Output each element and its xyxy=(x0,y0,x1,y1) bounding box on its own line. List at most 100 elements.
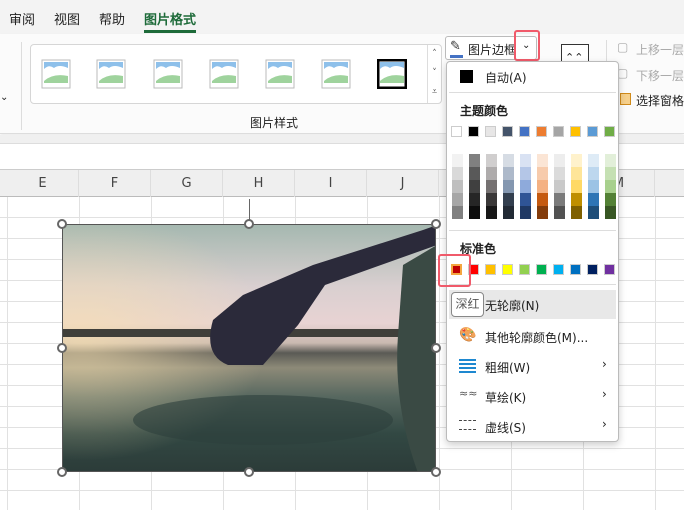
theme-color-swatch[interactable] xyxy=(536,126,547,137)
resize-handle[interactable] xyxy=(244,219,254,229)
resize-handle[interactable] xyxy=(57,467,67,477)
picture-style-option[interactable] xyxy=(265,59,295,89)
theme-color-swatch[interactable] xyxy=(570,126,581,137)
scroll-up-icon[interactable]: ˄ xyxy=(428,45,441,64)
theme-shade-swatch[interactable] xyxy=(605,180,616,193)
theme-shade-swatch[interactable] xyxy=(588,193,599,206)
tab-picture-format[interactable]: 图片格式 xyxy=(144,9,197,33)
column-header[interactable]: F xyxy=(79,170,151,197)
theme-shade-swatch[interactable] xyxy=(605,206,616,219)
standard-color-swatch[interactable] xyxy=(587,264,598,275)
tab-review[interactable]: 审阅 xyxy=(9,9,35,28)
theme-shade-swatch[interactable] xyxy=(605,154,616,167)
menu-item-more-colors[interactable]: 其他轮廓颜色(M)... xyxy=(485,329,588,346)
menu-item-auto[interactable]: 自动(A) xyxy=(485,69,527,86)
menu-item-dashes[interactable]: 虚线(S) xyxy=(485,419,526,436)
theme-shade-swatch[interactable] xyxy=(452,154,463,167)
column-header[interactable]: J xyxy=(367,170,439,197)
kayak-paddle-picture[interactable] xyxy=(62,224,436,472)
standard-color-swatch[interactable] xyxy=(536,264,547,275)
theme-shade-swatch[interactable] xyxy=(554,206,565,219)
theme-shade-swatch[interactable] xyxy=(537,193,548,206)
theme-shade-swatch[interactable] xyxy=(571,180,582,193)
column-header[interactable]: I xyxy=(295,170,367,197)
theme-shade-swatch[interactable] xyxy=(520,167,531,180)
picture-style-option[interactable] xyxy=(41,59,71,89)
theme-shade-swatch[interactable] xyxy=(537,180,548,193)
theme-shade-swatch[interactable] xyxy=(588,206,599,219)
picture-style-option[interactable] xyxy=(321,59,351,89)
theme-color-swatch[interactable] xyxy=(485,126,496,137)
theme-shade-swatch[interactable] xyxy=(469,154,480,167)
standard-color-swatch[interactable] xyxy=(553,264,564,275)
theme-shade-swatch[interactable] xyxy=(520,154,531,167)
theme-shade-swatch[interactable] xyxy=(486,180,497,193)
standard-color-swatch[interactable] xyxy=(519,264,530,275)
standard-color-swatch[interactable] xyxy=(604,264,615,275)
theme-shade-swatch[interactable] xyxy=(452,167,463,180)
resize-handle[interactable] xyxy=(57,219,67,229)
theme-color-swatch[interactable] xyxy=(519,126,530,137)
theme-shade-swatch[interactable] xyxy=(486,154,497,167)
theme-color-swatch[interactable] xyxy=(553,126,564,137)
standard-color-swatch[interactable] xyxy=(485,264,496,275)
resize-handle[interactable] xyxy=(57,343,67,353)
theme-shade-swatch[interactable] xyxy=(503,180,514,193)
expand-gallery-icon[interactable]: ⩡ xyxy=(428,83,441,102)
theme-shade-swatch[interactable] xyxy=(503,206,514,219)
theme-shade-swatch[interactable] xyxy=(554,167,565,180)
resize-handle[interactable] xyxy=(431,219,441,229)
scroll-down-icon[interactable]: ˅ xyxy=(428,64,441,83)
theme-shade-swatch[interactable] xyxy=(503,193,514,206)
theme-shade-swatch[interactable] xyxy=(469,206,480,219)
standard-color-swatch[interactable] xyxy=(502,264,513,275)
theme-shade-swatch[interactable] xyxy=(571,167,582,180)
send-backward-button[interactable]: 下移一层 xyxy=(636,67,684,84)
theme-shade-swatch[interactable] xyxy=(588,154,599,167)
picture-style-option[interactable] xyxy=(209,59,239,89)
theme-shade-swatch[interactable] xyxy=(554,193,565,206)
picture-style-option[interactable] xyxy=(376,58,408,90)
bring-forward-button[interactable]: 上移一层 xyxy=(636,41,684,58)
theme-color-swatch[interactable] xyxy=(604,126,615,137)
picture-style-option[interactable] xyxy=(96,59,126,89)
theme-shade-swatch[interactable] xyxy=(554,180,565,193)
theme-shade-swatch[interactable] xyxy=(486,167,497,180)
theme-shade-swatch[interactable] xyxy=(469,167,480,180)
theme-shade-swatch[interactable] xyxy=(588,167,599,180)
gallery-scroll[interactable]: ˄ ˅ ⩡ xyxy=(427,45,441,103)
standard-color-swatch[interactable] xyxy=(570,264,581,275)
theme-shade-swatch[interactable] xyxy=(520,193,531,206)
menu-item-sketch[interactable]: 草绘(K) xyxy=(485,389,526,406)
theme-shade-swatch[interactable] xyxy=(588,180,599,193)
theme-shade-swatch[interactable] xyxy=(469,193,480,206)
theme-shade-swatch[interactable] xyxy=(537,206,548,219)
menu-item-weight[interactable]: 粗细(W) xyxy=(485,359,530,376)
theme-shade-swatch[interactable] xyxy=(486,206,497,219)
picture-style-option[interactable] xyxy=(153,59,183,89)
theme-shade-swatch[interactable] xyxy=(520,206,531,219)
column-header[interactable]: H xyxy=(223,170,295,197)
theme-color-swatch[interactable] xyxy=(587,126,598,137)
theme-shade-swatch[interactable] xyxy=(452,206,463,219)
theme-color-swatch[interactable] xyxy=(468,126,479,137)
resize-handle[interactable] xyxy=(431,467,441,477)
theme-shade-swatch[interactable] xyxy=(571,154,582,167)
column-header[interactable]: G xyxy=(151,170,223,197)
theme-shade-swatch[interactable] xyxy=(605,193,616,206)
tab-view[interactable]: 视图 xyxy=(54,9,80,28)
column-header[interactable]: E xyxy=(7,170,79,197)
theme-shade-swatch[interactable] xyxy=(537,154,548,167)
tab-help[interactable]: 帮助 xyxy=(99,9,125,28)
theme-shade-swatch[interactable] xyxy=(503,154,514,167)
theme-color-swatch[interactable] xyxy=(502,126,513,137)
theme-shade-swatch[interactable] xyxy=(605,167,616,180)
theme-shade-swatch[interactable] xyxy=(571,193,582,206)
theme-shade-swatch[interactable] xyxy=(452,193,463,206)
theme-shade-swatch[interactable] xyxy=(503,167,514,180)
resize-handle[interactable] xyxy=(431,343,441,353)
theme-shade-swatch[interactable] xyxy=(537,167,548,180)
theme-shade-swatch[interactable] xyxy=(554,154,565,167)
theme-shade-swatch[interactable] xyxy=(520,180,531,193)
theme-shade-swatch[interactable] xyxy=(469,180,480,193)
